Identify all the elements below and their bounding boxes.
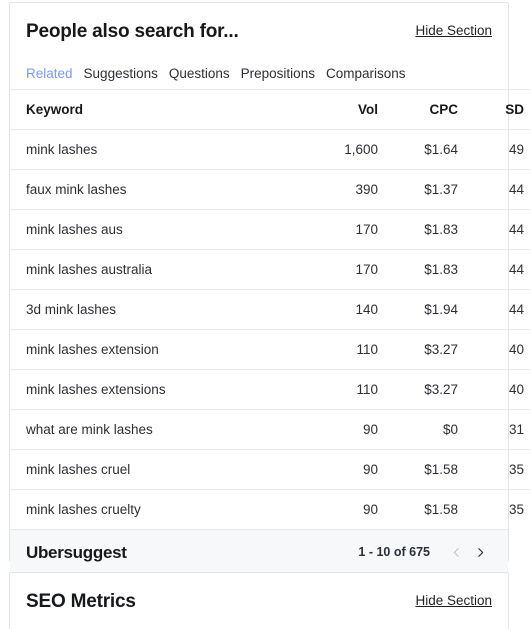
cell-keyword[interactable]: mink lashes cruelty — [10, 489, 276, 529]
cell-sd: 44 — [458, 249, 530, 290]
cell-cpc: $1.94 — [378, 289, 458, 330]
column-header-vol[interactable]: Vol — [276, 89, 378, 130]
people-section-header: People also search for... Hide Section — [10, 3, 508, 59]
ubersuggest-brand: Ubersuggest — [26, 542, 127, 562]
cell-vol: 1,600 — [276, 129, 378, 170]
cell-vol: 110 — [276, 329, 378, 370]
cell-vol: 90 — [276, 489, 378, 529]
table-row[interactable]: mink lashes aus 170 $1.83 44 — [10, 209, 530, 250]
page-title: People also search for... — [26, 20, 239, 42]
cell-cpc: $1.83 — [378, 209, 458, 250]
people-also-search-for-card: People also search for... Hide Section R… — [9, 2, 530, 574]
cell-vol: 170 — [276, 209, 378, 250]
cell-sd: 49 — [458, 129, 530, 170]
table-header-row: Keyword Vol CPC SD — [10, 89, 530, 130]
cell-keyword[interactable]: mink lashes — [10, 129, 276, 170]
cell-cpc: $1.83 — [378, 249, 458, 290]
table-row[interactable]: mink lashes extension 110 $3.27 40 — [10, 329, 530, 370]
tab-suggestions[interactable]: Suggestions — [84, 67, 158, 81]
hide-section-link-seo[interactable]: Hide Section — [415, 594, 492, 608]
cell-sd: 44 — [458, 169, 530, 210]
tab-prepositions[interactable]: Prepositions — [241, 67, 315, 81]
cell-sd: 35 — [458, 489, 530, 529]
cell-sd: 31 — [458, 409, 530, 450]
table-row[interactable]: 3d mink lashes 140 $1.94 44 — [10, 289, 530, 330]
cell-sd: 40 — [458, 329, 530, 370]
seo-metrics-card: SEO Metrics Hide Section — [9, 572, 509, 629]
keyword-tabs: Related Suggestions Questions Prepositio… — [10, 59, 508, 89]
table-row[interactable]: mink lashes cruel 90 $1.58 35 — [10, 449, 530, 490]
page-root: People also search for... Hide Section R… — [0, 0, 530, 629]
cell-vol: 390 — [276, 169, 378, 210]
cell-cpc: $1.37 — [378, 169, 458, 210]
cell-cpc: $1.58 — [378, 449, 458, 490]
cell-sd: 40 — [458, 369, 530, 410]
cell-cpc: $1.64 — [378, 129, 458, 170]
hide-section-link-people[interactable]: Hide Section — [415, 24, 492, 38]
tab-comparisons[interactable]: Comparisons — [326, 67, 406, 81]
cell-sd: 35 — [458, 449, 530, 490]
seo-metrics-title: SEO Metrics — [26, 590, 136, 612]
cell-keyword[interactable]: faux mink lashes — [10, 169, 276, 210]
keyword-table-body: mink lashes 1,600 $1.64 49 faux mink las… — [10, 129, 530, 529]
table-row[interactable]: mink lashes 1,600 $1.64 49 — [10, 129, 530, 170]
table-row[interactable]: mink lashes australia 170 $1.83 44 — [10, 249, 530, 290]
column-header-sd[interactable]: SD — [458, 89, 530, 130]
column-header-cpc[interactable]: CPC — [378, 89, 458, 130]
pagination-controls: 1 - 10 of 675 — [358, 540, 492, 564]
column-header-keyword[interactable]: Keyword — [10, 89, 276, 130]
keyword-table-head: Keyword Vol CPC SD — [10, 89, 530, 130]
keyword-table: Keyword Vol CPC SD mink lashes 1,600 $1.… — [10, 89, 530, 529]
cell-cpc: $3.27 — [378, 329, 458, 370]
cell-keyword[interactable]: mink lashes australia — [10, 249, 276, 290]
cell-keyword[interactable]: mink lashes extensions — [10, 369, 276, 410]
cell-sd: 44 — [458, 289, 530, 330]
cell-keyword[interactable]: what are mink lashes — [10, 409, 276, 450]
cell-keyword[interactable]: mink lashes aus — [10, 209, 276, 250]
cell-cpc: $3.27 — [378, 369, 458, 410]
cell-sd: 44 — [458, 209, 530, 250]
table-row[interactable]: faux mink lashes 390 $1.37 44 — [10, 169, 530, 210]
pagination-count: 1 - 10 of 675 — [358, 544, 430, 559]
cell-keyword[interactable]: mink lashes cruel — [10, 449, 276, 490]
cell-vol: 90 — [276, 449, 378, 490]
cell-vol: 90 — [276, 409, 378, 450]
table-row[interactable]: mink lashes cruelty 90 $1.58 35 — [10, 489, 530, 529]
chevron-left-icon[interactable] — [444, 540, 468, 564]
cell-vol: 140 — [276, 289, 378, 330]
cell-cpc: $0 — [378, 409, 458, 450]
cell-vol: 170 — [276, 249, 378, 290]
chevron-right-icon[interactable] — [468, 540, 492, 564]
cell-keyword[interactable]: mink lashes extension — [10, 329, 276, 370]
tab-questions[interactable]: Questions — [169, 67, 230, 81]
seo-section-header: SEO Metrics Hide Section — [10, 573, 508, 629]
table-footer: Ubersuggest 1 - 10 of 675 — [10, 529, 508, 574]
tab-related[interactable]: Related — [26, 67, 73, 81]
table-row[interactable]: what are mink lashes 90 $0 31 — [10, 409, 530, 450]
cell-keyword[interactable]: 3d mink lashes — [10, 289, 276, 330]
table-row[interactable]: mink lashes extensions 110 $3.27 40 — [10, 369, 530, 410]
cell-vol: 110 — [276, 369, 378, 410]
cell-cpc: $1.58 — [378, 489, 458, 529]
